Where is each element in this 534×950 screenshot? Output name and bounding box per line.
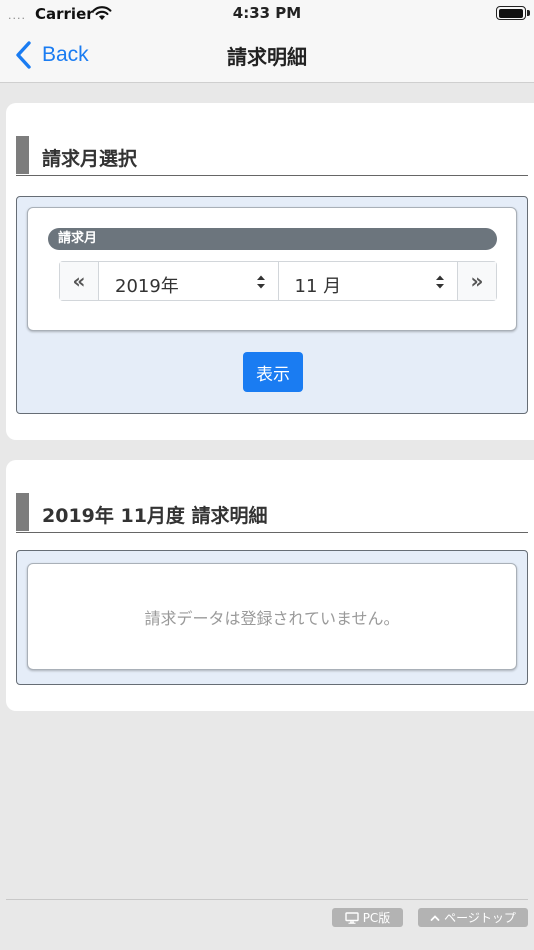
select-arrows-icon: [256, 275, 265, 289]
next-month-button[interactable]: »: [457, 262, 496, 300]
show-button[interactable]: 表示: [243, 352, 303, 392]
month-select-value: 11 月: [294, 276, 342, 297]
month-selector: « 2019年 11 月 »: [59, 261, 497, 301]
chevron-up-icon: [430, 914, 440, 921]
month-select[interactable]: 11 月: [277, 262, 457, 300]
clock: 4:33 PM: [232, 4, 302, 22]
battery-icon: [496, 6, 530, 20]
page-title: 請求明細: [227, 45, 307, 69]
month-select-panel: 請求月 « 2019年 11 月 » 表示: [16, 196, 528, 414]
page-top-label: ページトップ: [444, 911, 516, 925]
statement-heading: 2019年 11月度 請求明細: [16, 493, 528, 533]
double-chevron-left-icon: «: [72, 269, 86, 293]
heading-accent-bar: [16, 493, 29, 531]
billing-month-label: 請求月: [48, 228, 497, 250]
month-select-form: 請求月 « 2019年 11 月 »: [27, 207, 517, 331]
statement-content-box: 請求データは登録されていません。: [27, 563, 517, 670]
month-select-heading-text: 請求月選択: [42, 148, 138, 170]
month-select-heading: 請求月選択: [16, 136, 528, 176]
month-select-card: 請求月選択 請求月 « 2019年 11 月 » 表示: [6, 103, 534, 440]
year-select-value: 2019年: [115, 276, 179, 297]
footer-divider: [6, 899, 528, 900]
statement-card: 2019年 11月度 請求明細 請求データは登録されていません。: [6, 460, 534, 711]
status-bar: .... Carrier 4:33 PM: [0, 0, 534, 28]
pc-version-button[interactable]: PC版: [332, 908, 403, 927]
page-top-button[interactable]: ページトップ: [418, 908, 528, 927]
empty-statement-message: 請求データは登録されていません。: [144, 608, 400, 628]
previous-month-button[interactable]: «: [60, 262, 99, 300]
select-arrows-icon: [436, 275, 444, 289]
heading-accent-bar: [16, 136, 29, 174]
statement-heading-text: 2019年 11月度 請求明細: [42, 505, 268, 527]
monitor-icon: [344, 911, 359, 924]
double-chevron-right-icon: »: [470, 269, 484, 293]
pc-version-label: PC版: [362, 911, 391, 925]
year-select[interactable]: 2019年: [99, 262, 278, 300]
navigation-bar: Back 請求明細: [0, 28, 534, 83]
statement-panel: 請求データは登録されていません。: [16, 550, 528, 685]
